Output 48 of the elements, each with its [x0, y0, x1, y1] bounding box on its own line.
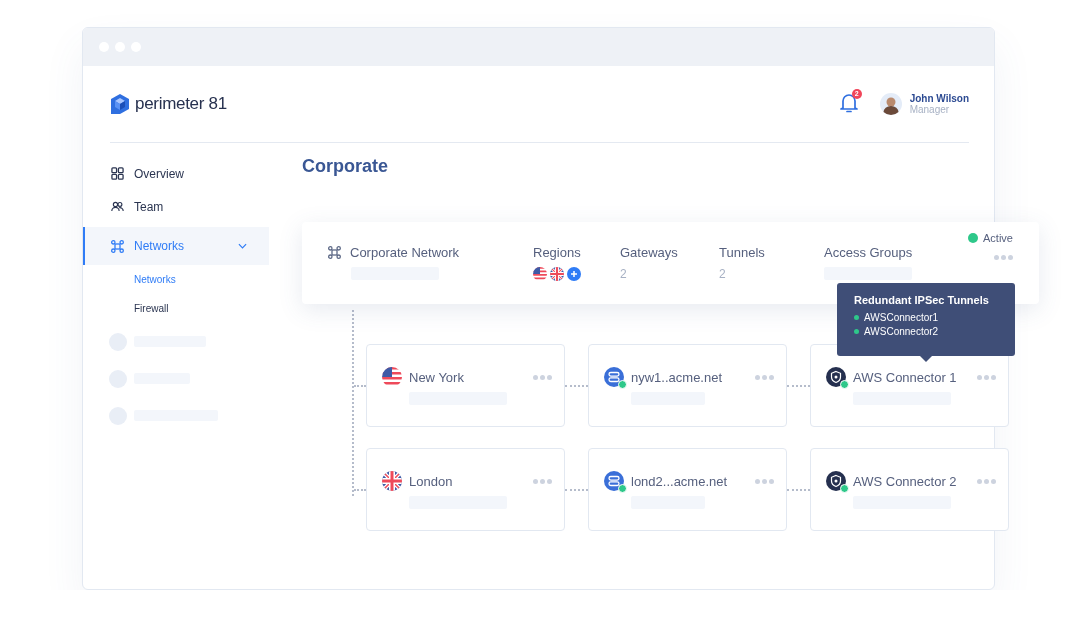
avatar-icon: [879, 93, 902, 115]
column-label: Gateways: [620, 245, 679, 260]
tooltip-item: AWSConnector2: [864, 326, 939, 337]
shield-icon: [826, 367, 846, 387]
column-label: Tunnels: [719, 245, 766, 260]
tooltip-title: Redundant IPSec Tunnels: [854, 294, 990, 306]
shield-icon: [826, 471, 846, 491]
tooltip-item: AWSConnector1: [864, 312, 939, 323]
sidebar-item[interactable]: Overview: [83, 157, 269, 190]
sidebar-subitem[interactable]: Firewall: [83, 294, 269, 323]
column-label: Regions: [533, 245, 582, 260]
node-card[interactable]: New York: [366, 344, 565, 427]
network-icon: [328, 246, 341, 259]
sidebar-subitem[interactable]: Networks: [83, 265, 269, 294]
cube-logo-icon: [110, 93, 130, 115]
us-flag-icon: [382, 367, 402, 387]
page-title: Corporate: [302, 156, 389, 178]
sidebar-item[interactable]: Networks: [83, 227, 269, 265]
uk-flag-icon: [550, 267, 564, 281]
server-icon: [604, 471, 624, 491]
node-card[interactable]: lond2...acme.net: [588, 448, 787, 531]
node-card[interactable]: nyw1..acme.net: [588, 344, 787, 427]
node-name: London: [409, 473, 454, 489]
network-icon: [111, 239, 124, 253]
us-flag-icon: [533, 267, 547, 281]
more-button[interactable]: [994, 253, 1013, 262]
node-card[interactable]: London: [366, 448, 565, 531]
user-role: Manager: [909, 104, 951, 115]
node-name: nyw1..acme.net: [631, 369, 724, 385]
uk-flag-icon: [382, 471, 402, 491]
user-name: John Wilson: [909, 93, 969, 104]
column-label: Access Groups: [824, 245, 914, 260]
status-label: Active: [983, 232, 1013, 244]
grid-icon: [111, 167, 124, 180]
column-value: 2: [719, 267, 727, 281]
server-icon: [604, 367, 624, 387]
sidebar-item[interactable]: Team: [83, 190, 269, 223]
node-name: AWS Connector 2: [853, 473, 958, 489]
brand-name: perimeter 81: [135, 94, 227, 114]
node-card[interactable]: AWS Connector 2: [810, 448, 1009, 531]
node-name: lond2...acme.net: [631, 473, 729, 489]
plus-icon: [570, 270, 578, 278]
network-name: Corporate Network: [350, 245, 460, 260]
add-region-button[interactable]: [567, 267, 581, 281]
node-name: New York: [409, 369, 465, 385]
people-icon: [111, 200, 124, 213]
column-value: 2: [620, 267, 628, 281]
node-name: AWS Connector 1: [853, 369, 958, 385]
